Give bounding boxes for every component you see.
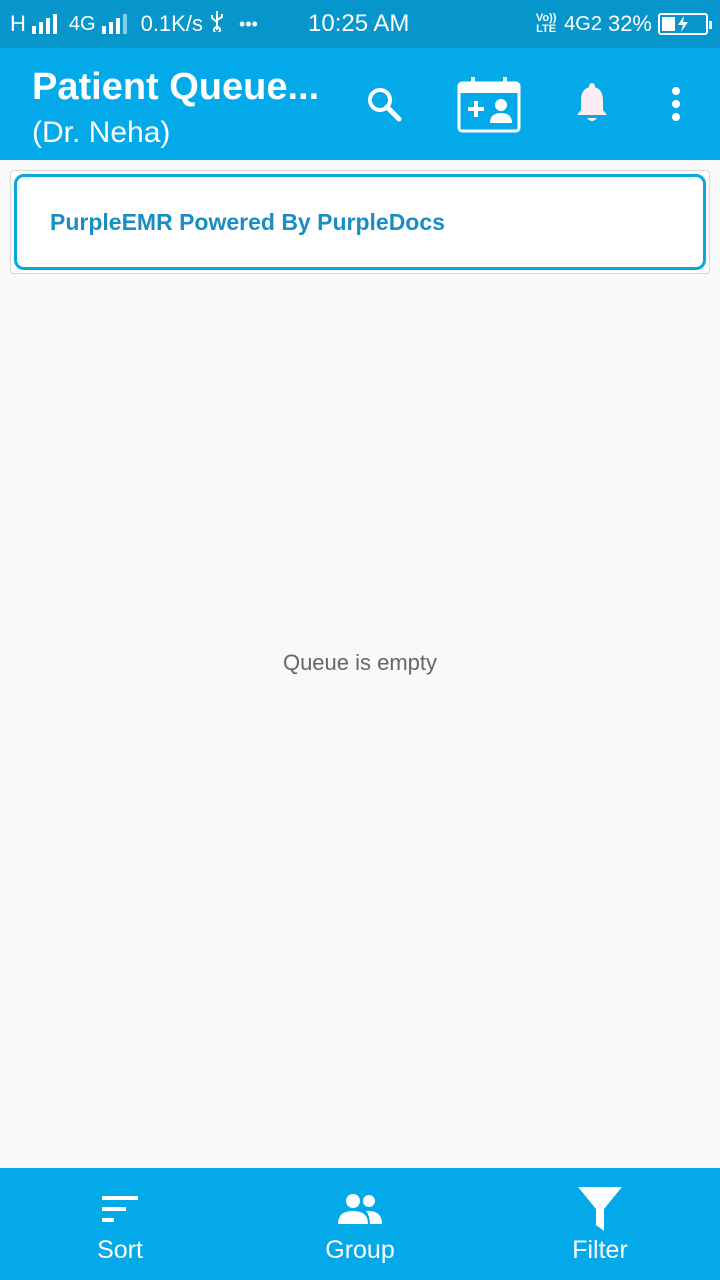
promo-banner-frame: PurpleEMR Powered By PurpleDocs (14, 174, 706, 270)
network-type-left: H (10, 11, 26, 36)
more-vert-icon (672, 87, 680, 121)
status-bar: H 4G 0.1K/s ••• 10:25 AM Vo)) LTE 4G2 32… (0, 0, 720, 48)
network-type-right: 4G2 (564, 12, 602, 35)
network-speed: 0.1K/s (140, 11, 203, 36)
bottom-nav: Sort Group Filter (0, 1168, 720, 1280)
battery-icon (658, 13, 712, 35)
search-icon (368, 88, 402, 122)
status-time: 10:25 AM (308, 10, 410, 37)
more-options-button[interactable] (646, 74, 706, 134)
notifications-button[interactable] (562, 74, 622, 134)
group-button[interactable]: Group (240, 1168, 480, 1280)
app-bar: Patient Queue... (Dr. Neha) (0, 48, 720, 160)
bell-icon (577, 83, 607, 121)
battery-fill (662, 17, 675, 31)
filter-label: Filter (572, 1236, 628, 1264)
sort-icon (102, 1196, 138, 1222)
signal-icon (31, 14, 57, 34)
filter-button[interactable]: Filter (480, 1168, 720, 1280)
status-left: H 4G 0.1K/s ••• (10, 0, 258, 48)
group-label: Group (325, 1236, 395, 1264)
battery-percent: 32% (607, 11, 652, 36)
usb-icon (209, 10, 225, 38)
volte-icon: Vo)) LTE (535, 12, 557, 35)
promo-banner-text: PurpleEMR Powered By PurpleDocs (50, 208, 445, 235)
add-appointment-button[interactable] (454, 74, 524, 134)
more-notifications-icon: ••• (238, 13, 258, 34)
page-subtitle: (Dr. Neha) (32, 116, 171, 149)
sort-button[interactable]: Sort (0, 1168, 240, 1280)
status-right: Vo)) LTE 4G2 32% (534, 0, 712, 48)
empty-queue-message: Queue is empty (282, 650, 438, 675)
group-icon (338, 1194, 382, 1224)
filter-icon (578, 1187, 622, 1231)
network-type-mid: 4G (68, 12, 96, 35)
sort-label: Sort (97, 1236, 143, 1264)
add-appointment-icon (457, 77, 521, 133)
search-button[interactable] (354, 74, 414, 134)
page-title: Patient Queue... (32, 66, 320, 108)
signal-icon-2 (101, 14, 127, 34)
promo-banner[interactable]: PurpleEMR Powered By PurpleDocs (10, 170, 710, 274)
